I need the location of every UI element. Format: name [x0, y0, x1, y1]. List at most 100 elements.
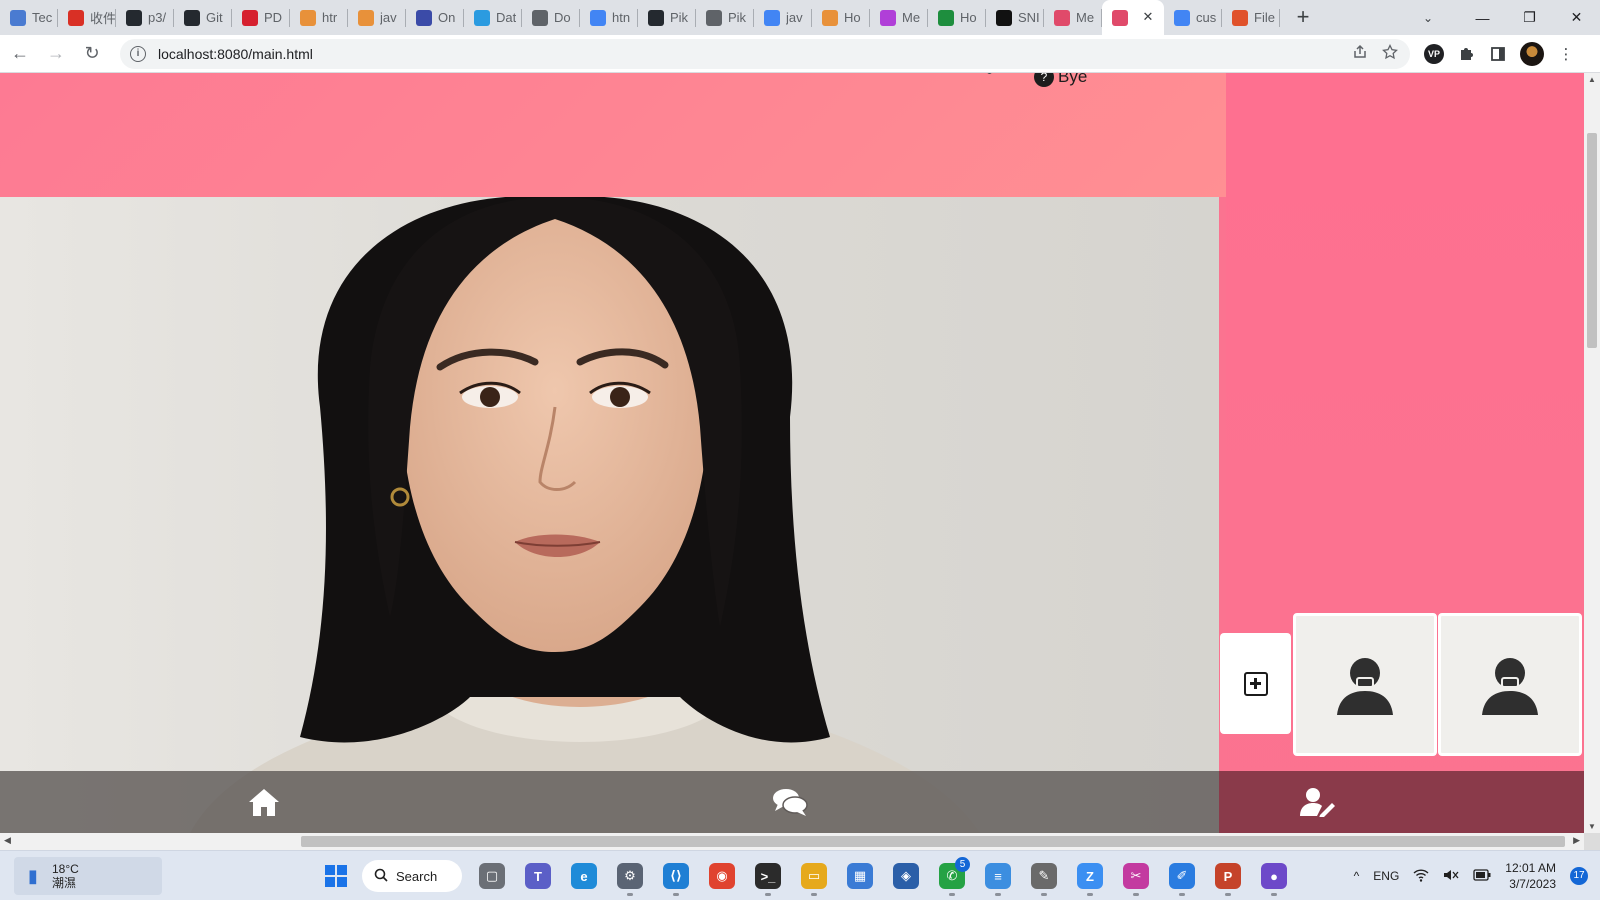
taskbar-app-notepad[interactable]: ≡: [978, 856, 1018, 896]
side-panel-icon[interactable]: [1488, 44, 1508, 64]
browser-toolbar: ← → ↻ i localhost:8080/main.html VP ⋮: [0, 35, 1600, 73]
stackoverflow-icon: [300, 9, 316, 26]
taskbar-app-vscode[interactable]: ⟨⟩: [656, 856, 696, 896]
chat-icon: [773, 789, 808, 816]
logout-link[interactable]: ? Bye: [1034, 73, 1087, 87]
chat-nav-button[interactable]: [772, 785, 808, 819]
browser-tab[interactable]: jav: [754, 0, 812, 35]
browser-tab[interactable]: p3/: [116, 0, 174, 35]
weather-widget[interactable]: ▮ 18°C 潮濕: [14, 857, 162, 895]
browser-tab[interactable]: PD: [232, 0, 290, 35]
tab-title: Tec: [32, 10, 53, 25]
taskbar-app-paint[interactable]: ✎: [1024, 856, 1064, 896]
battery-icon[interactable]: [1473, 868, 1491, 884]
restore-button[interactable]: ❐: [1506, 0, 1553, 35]
url-text[interactable]: localhost:8080/main.html: [158, 46, 313, 62]
browser-tab[interactable]: On: [406, 0, 464, 35]
profile-card-2[interactable]: [1438, 613, 1582, 756]
bookmark-star-icon[interactable]: [1382, 43, 1398, 64]
reload-button[interactable]: ↻: [76, 38, 108, 70]
horizontal-scrollbar[interactable]: ◀ ▶: [0, 833, 1584, 850]
forward-button[interactable]: →: [40, 38, 72, 70]
app-badge: 5: [955, 857, 970, 872]
taskbar-app-app-purple[interactable]: ●: [1254, 856, 1294, 896]
language-indicator[interactable]: ENG: [1373, 869, 1399, 883]
taskbar-app-edge[interactable]: e: [564, 856, 604, 896]
browser-tab[interactable]: Pik: [696, 0, 754, 35]
database-icon: [474, 9, 490, 26]
new-tab-button[interactable]: +: [1288, 3, 1318, 33]
wifi-icon[interactable]: [1413, 868, 1429, 885]
taskbar-app-settings[interactable]: ⚙: [610, 856, 650, 896]
browser-tab[interactable]: Pik: [638, 0, 696, 35]
taskbar-app-terminal[interactable]: >_: [748, 856, 788, 896]
vertical-scrollbar[interactable]: ▲ ▼: [1584, 73, 1600, 833]
browser-tab[interactable]: cus: [1164, 0, 1222, 35]
close-tab-icon[interactable]: ✕: [1140, 9, 1156, 25]
scroll-up-icon[interactable]: ▲: [1588, 75, 1596, 84]
browser-tab[interactable]: Tec: [0, 0, 58, 35]
browser-tab[interactable]: Do: [522, 0, 580, 35]
start-button[interactable]: [316, 856, 356, 896]
volume-muted-icon[interactable]: [1443, 868, 1459, 885]
taskbar-search[interactable]: Search: [362, 860, 462, 892]
tab-title: Me: [1076, 10, 1095, 25]
vertical-scroll-thumb[interactable]: [1587, 133, 1597, 348]
add-profile-button[interactable]: [1220, 633, 1291, 734]
taskbar-app-task-view[interactable]: ▢: [472, 856, 512, 896]
address-bar[interactable]: i localhost:8080/main.html: [120, 38, 1410, 69]
taskbar-app-chrome[interactable]: ◉: [702, 856, 742, 896]
browser-menu-icon[interactable]: ⋮: [1556, 44, 1576, 64]
taskbar-app-whatsapp[interactable]: ✆ 5: [932, 856, 972, 896]
tray-chevron-icon[interactable]: ^: [1354, 869, 1360, 883]
extensions-puzzle-icon[interactable]: [1456, 44, 1476, 64]
terminal-icon: >_: [755, 863, 781, 889]
clock[interactable]: 12:01 AM 3/7/2023: [1505, 860, 1556, 892]
scroll-down-icon[interactable]: ▼: [1588, 822, 1596, 831]
taskbar-app-whiteboard[interactable]: ✐: [1162, 856, 1202, 896]
taskbar-app-store[interactable]: ▦: [840, 856, 880, 896]
medium-icon: [880, 9, 896, 26]
profile-nav-button[interactable]: [1300, 785, 1336, 819]
taskbar-app-snipping[interactable]: ✂: [1116, 856, 1156, 896]
horizontal-scroll-thumb[interactable]: [301, 836, 1565, 847]
browser-tab[interactable]: Ho: [928, 0, 986, 35]
snipping-icon: ✂: [1123, 863, 1149, 889]
profile-card-1[interactable]: [1293, 613, 1437, 756]
browser-tab[interactable]: 收件: [58, 0, 116, 35]
back-button[interactable]: ←: [4, 38, 36, 70]
scroll-right-icon[interactable]: ▶: [1573, 835, 1580, 846]
browser-tab[interactable]: Ho: [812, 0, 870, 35]
app-blue-icon: ◈: [893, 863, 919, 889]
google-icon: [590, 9, 606, 26]
close-window-button[interactable]: ✕: [1553, 0, 1600, 35]
taskbar-app-zoom[interactable]: Z: [1070, 856, 1110, 896]
home-nav-button[interactable]: [246, 785, 282, 819]
vpn-extension-icon[interactable]: VP: [1424, 43, 1444, 64]
taskbar-app-app-blue[interactable]: ◈: [886, 856, 926, 896]
browser-tab[interactable]: File: [1222, 0, 1280, 35]
app-icon: [1054, 9, 1070, 26]
github-icon: [648, 9, 664, 26]
browser-tab[interactable]: SNI: [986, 0, 1044, 35]
browser-tab[interactable]: htr: [290, 0, 348, 35]
scroll-left-icon[interactable]: ◀: [4, 835, 11, 846]
weather-icon: ▮: [28, 866, 38, 886]
browser-tab[interactable]: Me: [870, 0, 928, 35]
profile-avatar[interactable]: [1520, 41, 1544, 66]
browser-tab[interactable]: Me: [1044, 0, 1102, 35]
browser-tab[interactable]: Dat: [464, 0, 522, 35]
notification-badge[interactable]: 17: [1570, 867, 1588, 885]
taskbar-app-powerpoint[interactable]: P: [1208, 856, 1248, 896]
active-browser-tab[interactable]: ✕: [1102, 0, 1164, 35]
minimize-button[interactable]: —: [1459, 0, 1506, 35]
browser-tab[interactable]: jav: [348, 0, 406, 35]
site-info-icon[interactable]: i: [130, 45, 146, 62]
browser-tab[interactable]: Git: [174, 0, 232, 35]
browser-tab[interactable]: htn: [580, 0, 638, 35]
tab-title: Pik: [728, 10, 747, 25]
share-icon[interactable]: [1352, 44, 1368, 64]
tab-search-button[interactable]: ⌄: [1411, 11, 1445, 25]
taskbar-app-explorer[interactable]: ▭: [794, 856, 834, 896]
taskbar-app-teams[interactable]: T: [518, 856, 558, 896]
